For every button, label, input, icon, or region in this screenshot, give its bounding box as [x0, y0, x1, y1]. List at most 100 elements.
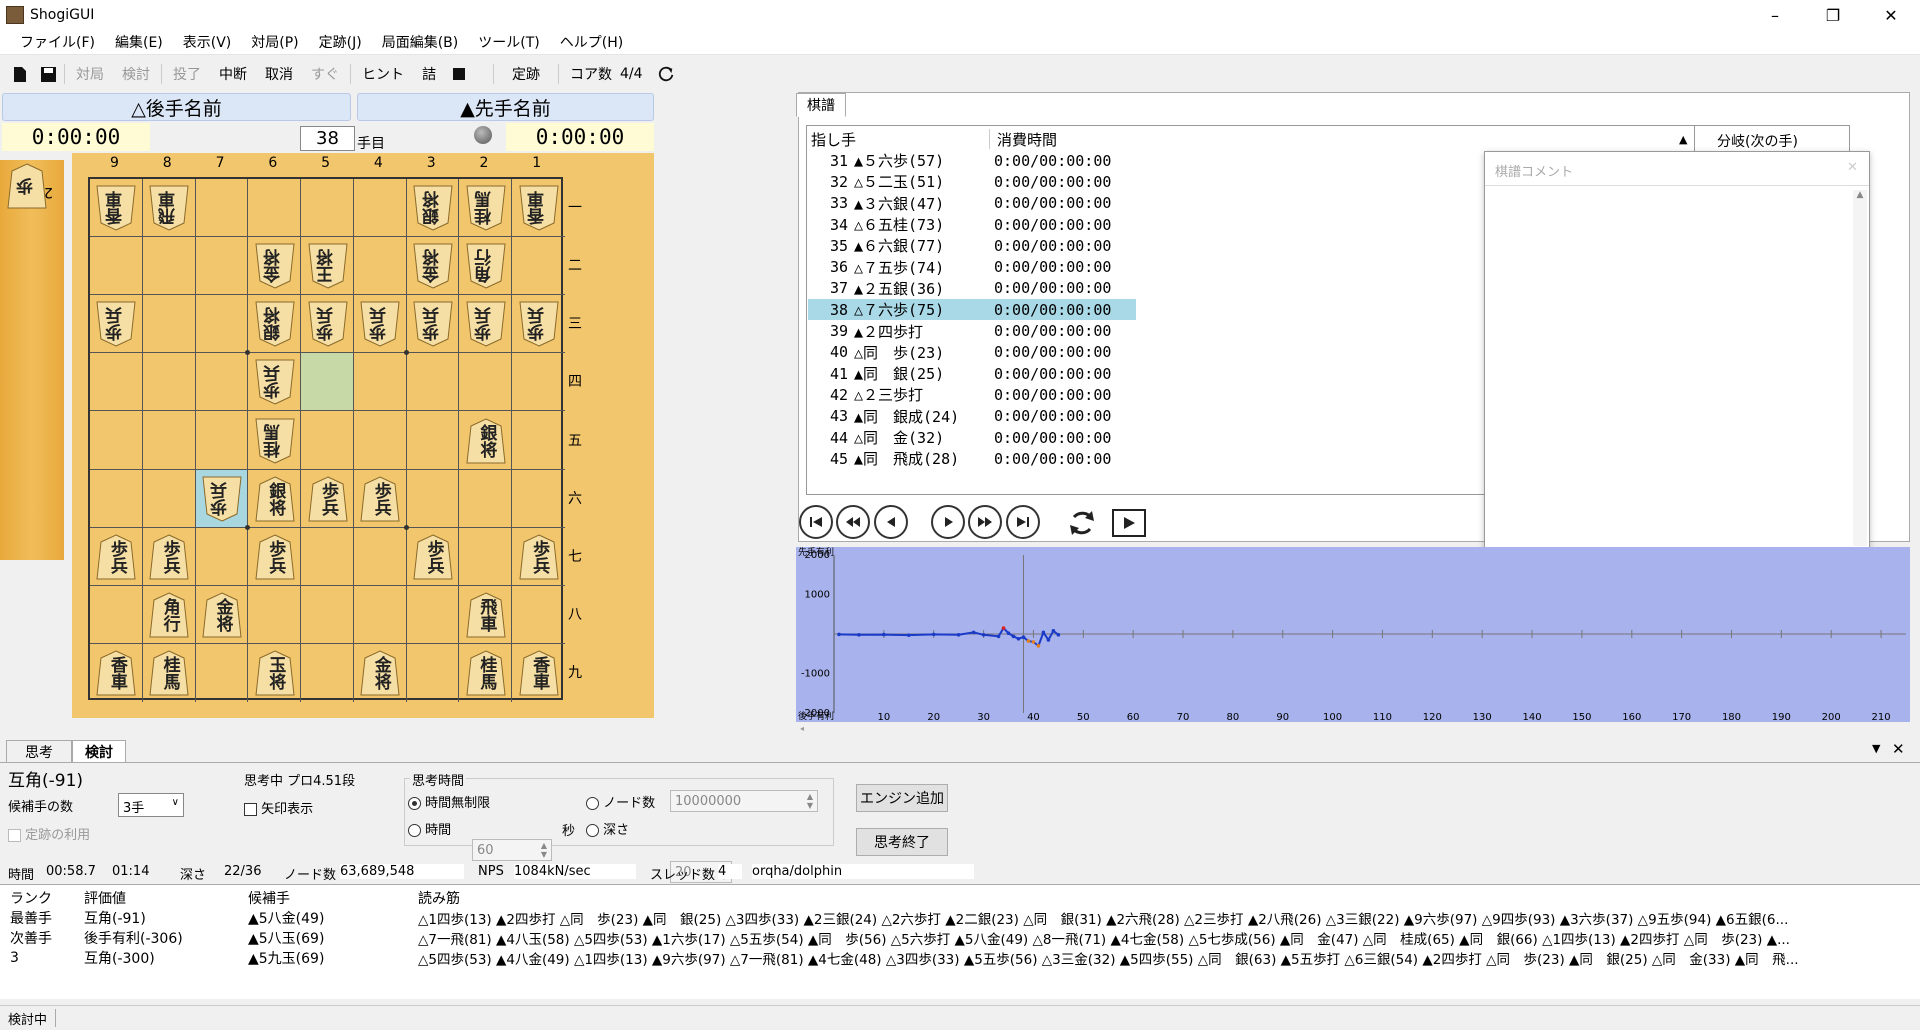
node-count-radio[interactable]: ノード数	[586, 792, 655, 811]
board-square[interactable]	[142, 411, 196, 470]
board-square[interactable]	[142, 295, 196, 354]
board-square[interactable]	[301, 527, 354, 586]
sente-piece[interactable]: 歩兵	[148, 533, 190, 581]
gote-piece[interactable]: 角行	[465, 242, 507, 290]
gote-piece[interactable]: 金将	[254, 242, 296, 290]
gote-piece[interactable]: 金将	[412, 242, 454, 290]
sente-piece[interactable]: 歩兵	[254, 533, 296, 581]
arrow-display-checkbox[interactable]: 矢印表示	[244, 798, 313, 817]
sente-piece[interactable]: 桂馬	[465, 649, 507, 697]
gote-piece[interactable]: 王将	[307, 242, 349, 290]
undo-button[interactable]: 取消	[256, 64, 302, 84]
tab-thinking[interactable]: 思考	[6, 740, 72, 762]
pv-row[interactable]: 最善手 互角(-91) ▲5八金(49) △1四歩(13) ▲2四歩打 △同 歩(23…	[0, 908, 1920, 928]
board-square[interactable]	[353, 585, 407, 644]
gote-piece[interactable]: 銀将	[254, 300, 296, 348]
tsume-button[interactable]: 詰	[413, 64, 445, 84]
gote-piece[interactable]: 香車	[95, 184, 137, 232]
board-square[interactable]	[142, 237, 196, 296]
board-square[interactable]	[353, 179, 407, 238]
board-square[interactable]	[353, 527, 407, 586]
board-square[interactable]	[406, 469, 460, 528]
board-square[interactable]	[301, 643, 354, 702]
board-square[interactable]	[90, 585, 143, 644]
board-square[interactable]	[195, 179, 249, 238]
menu-tools[interactable]: ツール(T)	[468, 32, 549, 52]
flip-board-icon[interactable]	[1064, 505, 1100, 541]
board-square[interactable]	[459, 527, 513, 586]
forward-icon[interactable]	[931, 505, 965, 539]
sente-piece[interactable]: 金将	[201, 591, 243, 639]
move-number-field[interactable]: 38	[300, 126, 355, 151]
panel-menu-icon[interactable]: ▼	[1872, 742, 1880, 755]
gote-piece[interactable]: 歩兵	[359, 300, 401, 348]
sente-piece[interactable]: 歩兵	[518, 533, 560, 581]
tab-analysis[interactable]: 検討	[72, 740, 126, 762]
move-row[interactable]: 42 △２三歩打 0:00/00:00:00	[808, 384, 1288, 405]
stop-thinking-button[interactable]: 思考終了	[856, 828, 948, 856]
depth-radio[interactable]: 深さ	[586, 819, 629, 838]
move-row[interactable]: 35 ▲６六銀(77) 0:00/00:00:00	[808, 235, 1288, 256]
board-square[interactable]	[195, 353, 249, 412]
sente-piece[interactable]: 歩兵	[307, 475, 349, 523]
hint-button[interactable]: ヒント	[353, 64, 413, 84]
add-engine-button[interactable]: エンジン追加	[856, 784, 948, 812]
sente-piece[interactable]: 金将	[359, 649, 401, 697]
board-square[interactable]	[195, 295, 249, 354]
board-square[interactable]	[301, 411, 354, 470]
board-square[interactable]	[90, 411, 143, 470]
gote-piece[interactable]: 桂馬	[465, 184, 507, 232]
gote-piece[interactable]: 香車	[518, 184, 560, 232]
board-square[interactable]	[406, 585, 460, 644]
panel-close-icon[interactable]: ✕	[1892, 740, 1905, 758]
board-square[interactable]	[90, 469, 143, 528]
gote-hand-piece[interactable]: 歩	[6, 162, 48, 210]
board-square[interactable]	[406, 353, 460, 412]
menu-view[interactable]: 表示(V)	[173, 32, 242, 52]
menu-joseki[interactable]: 定跡(J)	[309, 32, 372, 52]
board-square[interactable]	[512, 586, 565, 644]
gote-piece[interactable]: 歩兵	[307, 300, 349, 348]
move-row[interactable]: 45 ▲同 飛成(28) 0:00/00:00:00	[808, 448, 1288, 469]
joseki-use-checkbox[interactable]: 定跡の利用	[8, 824, 90, 843]
close-button[interactable]: ✕	[1862, 0, 1920, 30]
move-row[interactable]: 33 ▲３六銀(47) 0:00/00:00:00	[808, 193, 1288, 214]
move-row[interactable]: 39 ▲２四歩打 0:00/00:00:00	[808, 320, 1288, 341]
time-input[interactable]: 60 ▲ ▼	[472, 839, 552, 861]
board-square[interactable]	[195, 527, 249, 586]
move-row[interactable]: 37 ▲２五銀(36) 0:00/00:00:00	[808, 278, 1288, 299]
board-square[interactable]	[459, 469, 513, 528]
board-square[interactable]	[195, 237, 249, 296]
scroll-up-icon[interactable]: ▲	[1679, 133, 1687, 146]
joseki-button[interactable]: 定跡	[496, 64, 556, 84]
move-row[interactable]: 40 △同 歩(23) 0:00/00:00:00	[808, 342, 1288, 363]
comment-scrollbar[interactable]: ▲	[1853, 190, 1867, 546]
board-square[interactable]	[459, 353, 513, 412]
sente-piece[interactable]: 香車	[95, 649, 137, 697]
sente-piece[interactable]: 歩兵	[95, 533, 137, 581]
move-row[interactable]: 41 ▲同 銀(25) 0:00/00:00:00	[808, 363, 1288, 384]
first-move-icon[interactable]	[799, 505, 833, 539]
board-square[interactable]	[90, 237, 143, 296]
board-square[interactable]	[248, 179, 302, 238]
taikyoku-button[interactable]: 対局	[67, 64, 113, 84]
unlimited-radio[interactable]: 時間無制限	[408, 792, 490, 811]
resign-button[interactable]: 投了	[164, 64, 210, 84]
gote-piece[interactable]: 飛車	[148, 184, 190, 232]
last-move-icon[interactable]	[1006, 505, 1040, 539]
board-square[interactable]	[512, 411, 565, 470]
comment-textarea[interactable]	[1489, 190, 1849, 546]
menu-game[interactable]: 対局(P)	[241, 32, 308, 52]
board-square[interactable]	[512, 237, 565, 296]
menu-position-edit[interactable]: 局面編集(B)	[372, 32, 469, 52]
pv-row[interactable]: 3 互角(-300) ▲5九玉(69) △5四歩(53) ▲4八金(49) △1四歩(…	[0, 948, 1920, 968]
gote-piece[interactable]: 銀将	[412, 184, 454, 232]
sente-piece[interactable]: 角行	[148, 591, 190, 639]
move-row[interactable]: 32 △５二玉(51) 0:00/00:00:00	[808, 171, 1288, 192]
move-row[interactable]: 43 ▲同 銀成(24) 0:00/00:00:00	[808, 406, 1288, 427]
sente-piece[interactable]: 桂馬	[148, 649, 190, 697]
board-square[interactable]	[407, 643, 460, 702]
stop-icon[interactable]	[450, 64, 468, 84]
sente-piece[interactable]: 飛車	[465, 591, 507, 639]
board-square[interactable]	[406, 411, 460, 470]
